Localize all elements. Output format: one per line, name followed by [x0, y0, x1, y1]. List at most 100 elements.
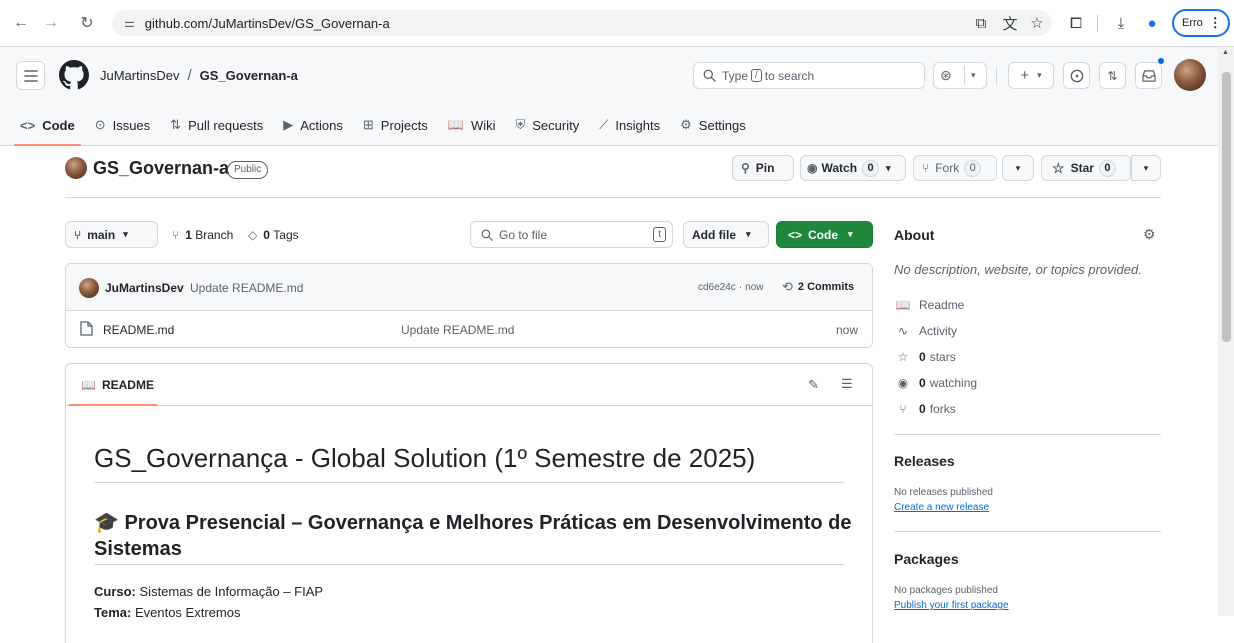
tags-label: Tags: [273, 228, 299, 242]
create-new-button[interactable]: + ▾: [1008, 62, 1054, 89]
sidebar-item-watching[interactable]: ◉ 0 watching: [894, 376, 977, 390]
tab-insights[interactable]: ⟋ Insights: [599, 104, 660, 146]
file-icon: [80, 321, 93, 336]
gear-icon[interactable]: ⚙: [1143, 226, 1156, 243]
code-icon: <>: [788, 227, 803, 242]
publish-package-link[interactable]: Publish your first package: [894, 600, 1009, 611]
pin-icon: ⚲: [741, 161, 750, 175]
star-dropdown[interactable]: ▾: [1131, 155, 1161, 181]
graph-icon: ⟋: [599, 117, 609, 132]
profile-chip[interactable]: Erro ⋮: [1172, 9, 1230, 37]
commits-link[interactable]: ⟲ 2 Commits: [782, 279, 854, 295]
address-bar[interactable]: ⚌ github.com/JuMartinsDev/GS_Governan-a: [112, 10, 1052, 36]
tab-projects[interactable]: ⊞ Projects: [363, 104, 428, 146]
course-line: Curso: Sistemas de Informação – FIAP: [94, 584, 323, 599]
extensions-icon[interactable]: ⧠: [1065, 12, 1087, 34]
go-to-file-input[interactable]: Go to file t: [470, 221, 673, 248]
chevron-down-icon: ▾: [848, 229, 853, 239]
about-description: No description, website, or topics provi…: [894, 262, 1142, 277]
tab-label: Pull requests: [188, 117, 264, 133]
scroll-up-icon[interactable]: ▲: [1222, 49, 1229, 56]
play-icon: ▶: [283, 117, 294, 132]
edit-pencil-icon[interactable]: ✎: [808, 377, 819, 393]
more-icon[interactable]: ⋮: [1209, 15, 1222, 31]
sidebar-item-stars[interactable]: ☆ 0 stars: [894, 350, 956, 364]
readme-tab[interactable]: 📖 README: [81, 378, 154, 392]
pull-requests-icon[interactable]: ⇅: [1099, 62, 1126, 89]
tab-issues[interactable]: ⊙ Issues: [95, 104, 150, 146]
chevron-down-icon: ▾: [1015, 162, 1021, 173]
commit-hash[interactable]: cd6e24c: [698, 282, 736, 293]
fork-button[interactable]: ⑂ Fork 0: [913, 155, 997, 181]
reload-icon[interactable]: ↻: [74, 10, 100, 36]
back-icon[interactable]: ←: [8, 10, 34, 36]
star-button[interactable]: ☆ Star 0: [1041, 155, 1131, 181]
search-placeholder-suffix: to search: [764, 68, 815, 83]
file-name[interactable]: README.md: [103, 323, 174, 337]
sidebar-item-label: watching: [929, 376, 978, 390]
course-label: Curso:: [94, 584, 136, 599]
commit-author[interactable]: JuMartinsDev: [105, 281, 184, 295]
branches-link[interactable]: ⑂ 1 Branch: [172, 228, 233, 242]
profile-label: Erro: [1182, 17, 1203, 29]
packages-heading[interactable]: Packages: [894, 551, 959, 567]
profile-icon[interactable]: ●: [1141, 12, 1163, 34]
file-commit-message[interactable]: Update README.md: [401, 323, 514, 337]
branch-name: main: [87, 227, 116, 242]
sidebar-item-label: forks: [929, 402, 956, 416]
scrollbar-thumb[interactable]: [1222, 72, 1231, 342]
pin-button[interactable]: ⚲ Pin: [732, 155, 794, 181]
issues-icon[interactable]: [1063, 62, 1090, 89]
sidebar-item-activity[interactable]: ∿ Activity: [894, 324, 957, 338]
packages-empty: No packages published: [894, 585, 998, 596]
tab-label: Wiki: [470, 117, 496, 133]
star-icon: ☆: [1052, 159, 1065, 176]
sidebar-item-count: 0: [919, 350, 926, 364]
install-app-icon[interactable]: ⧉: [970, 12, 992, 34]
fork-dropdown[interactable]: ▾: [1002, 155, 1034, 181]
inbox-icon[interactable]: [1135, 62, 1162, 89]
bookmark-star-icon[interactable]: ☆: [1026, 12, 1048, 34]
releases-heading[interactable]: Releases: [894, 453, 955, 469]
create-release-link[interactable]: Create a new release: [894, 502, 989, 513]
eye-icon: ◉: [897, 376, 909, 390]
site-settings-icon[interactable]: ⚌: [124, 16, 135, 30]
search-placeholder-prefix: Type: [722, 68, 749, 83]
tab-settings[interactable]: ⚙ Settings: [680, 104, 746, 146]
branch-select[interactable]: ⑂ main ▾: [65, 221, 158, 248]
readme-h2-text: Prova Presencial – Governança e Melhores…: [94, 512, 852, 560]
github-logo-icon[interactable]: [59, 60, 89, 90]
translate-icon[interactable]: 文: [999, 12, 1021, 34]
code-button[interactable]: <> Code ▾: [776, 221, 873, 248]
separator-dot: ·: [738, 282, 743, 293]
user-avatar[interactable]: [1174, 59, 1206, 91]
url-text: github.com/JuMartinsDev/GS_Governan-a: [144, 15, 390, 31]
hamburger-menu-icon[interactable]: [16, 61, 45, 90]
tab-security[interactable]: ⛨ Security: [515, 104, 579, 146]
search-input[interactable]: Type / to search: [693, 62, 925, 89]
watch-button[interactable]: ◉ Watch 0 ▾: [800, 155, 906, 181]
tags-link[interactable]: ◇ 0 Tags: [248, 228, 299, 242]
tab-pull-requests[interactable]: ⇅ Pull requests: [170, 104, 263, 146]
owner-link[interactable]: JuMartinsDev: [100, 68, 179, 83]
file-commit-time: now: [835, 323, 858, 337]
tab-actions[interactable]: ▶ Actions: [283, 104, 343, 146]
downloads-icon[interactable]: ⤓: [1110, 12, 1132, 34]
tab-wiki[interactable]: 📖 Wiki: [448, 104, 496, 146]
outline-list-icon[interactable]: ☰: [841, 376, 853, 392]
pulse-icon: ∿: [897, 324, 909, 338]
add-file-button[interactable]: Add file ▾: [683, 221, 769, 248]
copilot-button[interactable]: ⊛ ▾: [933, 62, 987, 89]
search-icon: [703, 69, 716, 82]
theme-label: Tema:: [94, 605, 132, 620]
divider: [1097, 15, 1098, 31]
tab-code[interactable]: <> Code: [14, 104, 81, 146]
table-row[interactable]: README.md Update README.md now: [66, 312, 872, 348]
forward-icon[interactable]: →: [38, 10, 64, 36]
star-count: 0: [1098, 159, 1116, 177]
sidebar-item-readme[interactable]: 📖 Readme: [894, 298, 965, 312]
watch-label: Watch: [821, 161, 858, 175]
commit-message[interactable]: Update README.md: [190, 281, 303, 295]
sidebar-item-forks[interactable]: ⑂ 0 forks: [894, 402, 956, 416]
repo-link[interactable]: GS_Governan-a: [200, 68, 298, 83]
